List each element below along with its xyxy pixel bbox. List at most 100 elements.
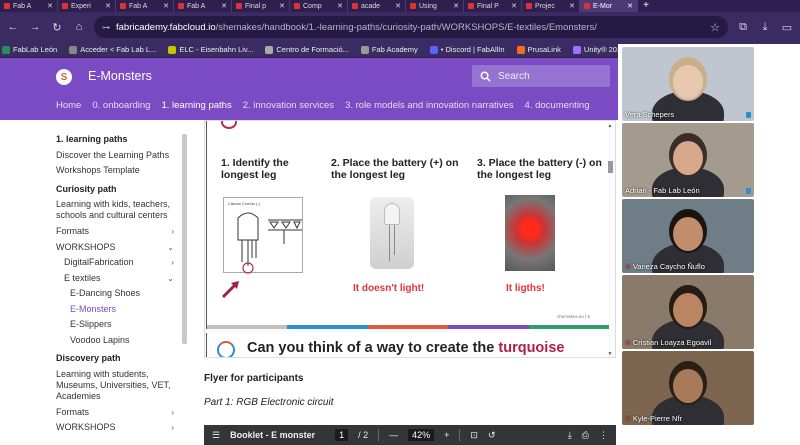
url-host: fabricademy.fabcloud.io [116, 21, 216, 33]
close-icon[interactable]: ✕ [47, 2, 53, 10]
url-input[interactable]: ⊶ fabricademy.fabcloud.io/shemakes/handb… [94, 16, 728, 38]
pdf-scrollbar[interactable]: ▲ ▼ [607, 123, 613, 357]
search-input[interactable]: Search [472, 65, 610, 87]
bookmark-item[interactable]: ELC - Eisenbahn Liv... [168, 45, 253, 54]
new-tab-button[interactable]: + [638, 0, 654, 12]
site-nav-item[interactable]: 1. learning paths [161, 100, 231, 111]
participant-tile[interactable]: Adrian - Fab Lab León [622, 123, 754, 197]
site-nav-item[interactable]: 3. role models and innovation narratives [345, 100, 513, 111]
sidebar-item-discover[interactable]: Discover the Learning Paths [56, 148, 174, 164]
close-icon[interactable]: ✕ [511, 2, 517, 10]
bookmark-label: Centro de Formació... [276, 45, 349, 54]
sidebar-item-curiosity-path[interactable]: Curiosity path [56, 182, 174, 198]
chevron-right-icon[interactable]: › [171, 405, 174, 421]
close-icon[interactable]: ✕ [221, 2, 227, 10]
site-nav-item[interactable]: 2. innovation services [243, 100, 334, 111]
bookmark-item[interactable]: FabLab León [2, 45, 57, 54]
rotate-icon[interactable]: ↺ [488, 430, 496, 441]
participant-tile[interactable]: ✕ Kyle-Pierre Nfr [622, 351, 754, 425]
chevron-down-icon[interactable]: ⌄ [167, 240, 174, 256]
reload-icon[interactable]: ↻ [50, 20, 64, 34]
close-icon[interactable]: ✕ [627, 2, 633, 10]
menu-icon[interactable]: ☰ [212, 430, 220, 441]
fit-page-icon[interactable]: ⊡ [470, 430, 478, 441]
bookmark-label: FabLab León [13, 45, 58, 54]
close-icon[interactable]: ✕ [569, 2, 575, 10]
participant-name-label: Vaneza Caycho Ñuflo [632, 262, 705, 271]
browser-tab[interactable]: Experi ✕ [58, 0, 116, 12]
download-icon[interactable]: ⤓ [758, 20, 772, 34]
chevron-right-icon[interactable]: › [171, 255, 174, 271]
tab-label: Using [419, 2, 437, 10]
browser-tab[interactable]: Projec ✕ [522, 0, 580, 12]
sidebar-item-voodoo-lapins[interactable]: Voodoo Lapins [56, 333, 174, 349]
bookmark-item[interactable]: • Discord | FabAllIn [429, 45, 505, 54]
close-icon[interactable]: ✕ [279, 2, 285, 10]
forward-icon[interactable]: → [28, 20, 42, 34]
browser-tab[interactable]: Fab A ✕ [0, 0, 58, 12]
site-info-icon[interactable]: ⊶ [102, 23, 110, 32]
site-nav-item[interactable]: Home [56, 100, 81, 111]
sidebar-item-e-slippers[interactable]: E-Slippers [56, 317, 174, 333]
sidebar-item-e-textiles[interactable]: E textiles ⌄ [56, 271, 174, 287]
sidebar-item-workshops-template[interactable]: Workshops Template [56, 163, 174, 179]
site-nav-item[interactable]: 4. documenting [525, 100, 590, 111]
more-options-icon[interactable]: ⋮ [599, 430, 608, 441]
download-icon[interactable]: ⤓ [568, 430, 572, 441]
sidebar-item-e-dancing-shoes[interactable]: E-Dancing Shoes [56, 286, 174, 302]
sidebar-item-digital-fabrication[interactable]: DigitalFabrication › [56, 255, 174, 271]
pdf-viewer[interactable]: 1. Identify the longest leg 2. Place the… [204, 120, 616, 358]
close-icon[interactable]: ✕ [105, 2, 111, 10]
chevron-right-icon[interactable]: › [171, 420, 174, 436]
browser-tab[interactable]: Using ✕ [406, 0, 464, 12]
bookmark-item[interactable]: PrusaLink [516, 45, 561, 54]
extensions-icon[interactable]: ⧉ [736, 20, 750, 34]
bookmark-item[interactable]: Fab Academy [360, 45, 418, 54]
sidebar-item-learning-paths[interactable]: 1. learning paths [56, 132, 174, 148]
sidebar-discovery-description[interactable]: Learning with students, Museums, Univers… [56, 369, 176, 402]
home-icon[interactable]: ⌂ [72, 20, 86, 34]
site-nav-item[interactable]: 0. onboarding [92, 100, 150, 111]
sidebar-scrollbar[interactable] [182, 134, 187, 344]
sidebar-item-workshops-2[interactable]: WORKSHOPS › [56, 420, 174, 436]
tab-label: E-Mor [593, 2, 613, 10]
chevron-down-icon[interactable]: ⌄ [167, 271, 174, 287]
sidebar-item-formats-2[interactable]: Formats › [56, 405, 174, 421]
browser-tab[interactable]: Comp ✕ [290, 0, 348, 12]
participant-tile[interactable]: Vera Schepers [622, 47, 754, 121]
chevron-right-icon[interactable]: › [171, 224, 174, 240]
close-icon[interactable]: ✕ [337, 2, 343, 10]
bookmark-star-icon[interactable]: ☆ [710, 21, 720, 34]
browser-tab[interactable]: Final P ✕ [464, 0, 522, 12]
site-logo-icon[interactable]: S [56, 69, 72, 85]
step-2-heading: 2. Place the battery (+) on the longest … [331, 157, 459, 181]
scroll-down-icon[interactable]: ▼ [607, 351, 613, 357]
browser-tab[interactable]: E-Mor ✕ [580, 0, 638, 12]
zoom-out-icon[interactable]: — [389, 430, 398, 440]
participant-tile[interactable]: ✕ Vaneza Caycho Ñuflo [622, 199, 754, 273]
participant-tile[interactable]: ✕ Cristian Loayza Egoavil [622, 275, 754, 349]
sidebar-item-discovery-path[interactable]: Discovery path [56, 351, 174, 367]
sidebar-item-e-monsters[interactable]: E-Monsters [56, 302, 174, 318]
scroll-up-icon[interactable]: ▲ [607, 123, 613, 129]
zoom-in-icon[interactable]: + [444, 430, 449, 440]
bookmark-favicon-icon [516, 45, 525, 54]
close-icon[interactable]: ✕ [453, 2, 459, 10]
bookmark-item[interactable]: Acceder < Fab Lab L... [69, 45, 156, 54]
bookmark-item[interactable]: Centro de Formació... [265, 45, 349, 54]
browser-tab[interactable]: Final p ✕ [232, 0, 290, 12]
browser-tab[interactable]: Fab A ✕ [116, 0, 174, 12]
sidebar-curiosity-description[interactable]: Learning with kids, teachers, schools an… [56, 199, 176, 221]
browser-tab[interactable]: Fab A ✕ [174, 0, 232, 12]
close-icon[interactable]: ✕ [163, 2, 169, 10]
browser-tab[interactable]: acade ✕ [348, 0, 406, 12]
sidepanel-icon[interactable]: ▭ [780, 20, 794, 34]
print-icon[interactable]: ⎙ [582, 430, 589, 441]
close-icon[interactable]: ✕ [395, 2, 401, 10]
page-number-input[interactable]: 1 [335, 429, 349, 441]
pdf-scroll-thumb[interactable] [607, 161, 613, 173]
sidebar-item-formats[interactable]: Formats › [56, 224, 174, 240]
back-icon[interactable]: ← [6, 20, 20, 34]
sidebar-item-workshops[interactable]: WORKSHOPS ⌄ [56, 240, 174, 256]
zoom-input[interactable]: 42% [408, 429, 435, 441]
